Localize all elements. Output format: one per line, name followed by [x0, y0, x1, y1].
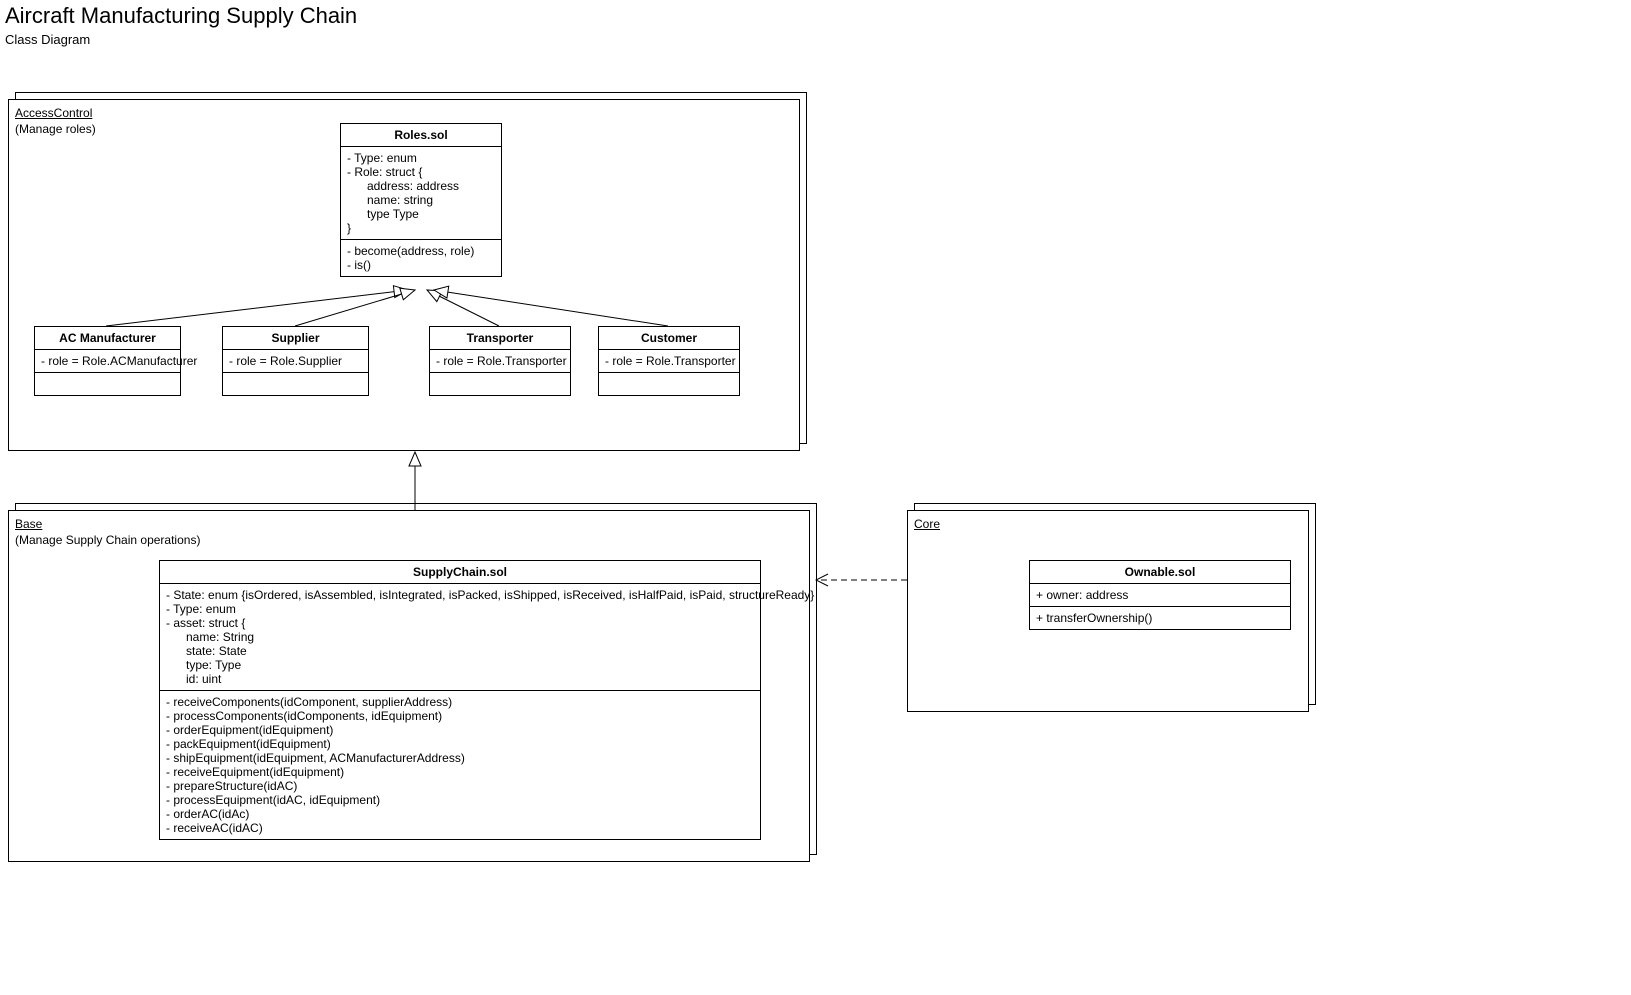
package-base-desc: (Manage Supply Chain operations): [15, 533, 200, 547]
class-roles-attrs: - Type: enum - Role: struct { address: a…: [341, 147, 501, 240]
class-transporter-ops: [430, 373, 570, 395]
class-acmanufacturer: AC Manufacturer - role = Role.ACManufact…: [34, 326, 181, 396]
class-ownable-ops: + transferOwnership(): [1030, 607, 1290, 629]
class-customer-name: Customer: [599, 327, 739, 350]
class-supplychain-ops: - receiveComponents(idComponent, supplie…: [160, 691, 760, 839]
class-supplychain-attrs: - State: enum {isOrdered, isAssembled, i…: [160, 584, 760, 691]
class-customer-ops: [599, 373, 739, 395]
class-supplier-attrs: - role = Role.Supplier: [223, 350, 368, 373]
class-transporter-attrs: - role = Role.Transporter: [430, 350, 570, 373]
class-roles-ops: - become(address, role) - is(): [341, 240, 501, 276]
diagram-canvas: Aircraft Manufacturing Supply Chain Clas…: [0, 0, 1631, 995]
class-ownable-name: Ownable.sol: [1030, 561, 1290, 584]
package-core-title: Core: [914, 517, 940, 531]
diagram-title: Aircraft Manufacturing Supply Chain: [5, 3, 357, 29]
class-roles-name: Roles.sol: [341, 124, 501, 147]
package-accesscontrol-desc: (Manage roles): [15, 122, 96, 136]
package-accesscontrol-title: AccessControl: [15, 106, 92, 120]
class-acmanufacturer-ops: [35, 373, 180, 395]
class-supplier-name: Supplier: [223, 327, 368, 350]
class-acmanufacturer-name: AC Manufacturer: [35, 327, 180, 350]
class-roles: Roles.sol - Type: enum - Role: struct { …: [340, 123, 502, 277]
class-customer: Customer - role = Role.Transporter: [598, 326, 740, 396]
class-customer-attrs: - role = Role.Transporter: [599, 350, 739, 373]
class-transporter: Transporter - role = Role.Transporter: [429, 326, 571, 396]
class-supplier-ops: [223, 373, 368, 395]
class-ownable: Ownable.sol + owner: address + transferO…: [1029, 560, 1291, 630]
class-acmanufacturer-attrs: - role = Role.ACManufacturer: [35, 350, 180, 373]
class-supplier: Supplier - role = Role.Supplier: [222, 326, 369, 396]
diagram-subtitle: Class Diagram: [5, 32, 90, 47]
class-supplychain-name: SupplyChain.sol: [160, 561, 760, 584]
class-ownable-attrs: + owner: address: [1030, 584, 1290, 607]
class-transporter-name: Transporter: [430, 327, 570, 350]
package-base-title: Base: [15, 517, 42, 531]
class-supplychain: SupplyChain.sol - State: enum {isOrdered…: [159, 560, 761, 840]
